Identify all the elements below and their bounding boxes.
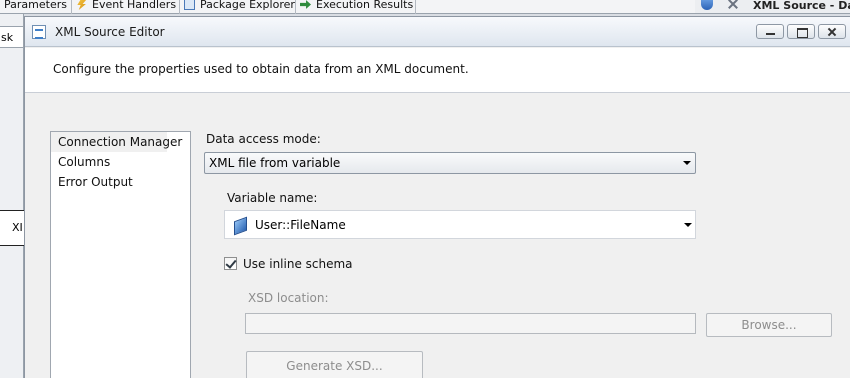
nav-item-error-output[interactable]: Error Output <box>51 172 190 192</box>
properties-header: XML Source - Dat <box>695 0 850 13</box>
browse-button[interactable]: Browse... <box>706 313 832 337</box>
tab-execution-results[interactable]: Execution Results <box>296 0 416 14</box>
variable-name-label: Variable name: <box>227 191 318 205</box>
inline-schema-checkbox[interactable] <box>224 257 237 270</box>
variable-name-dropdown[interactable]: User::FileName <box>224 210 696 239</box>
title-bar[interactable]: XML Source Editor <box>25 17 850 47</box>
xml-source-icon <box>32 25 46 39</box>
nav-item-connection-manager[interactable]: Connection Manager <box>51 132 182 152</box>
tab-parameters[interactable]: Parameters <box>0 0 72 14</box>
dialog-header: Configure the properties used to obtain … <box>25 48 850 93</box>
minimize-button[interactable] <box>756 24 784 39</box>
green-arrow-icon <box>300 0 311 9</box>
access-mode-dropdown[interactable]: XML file from variable <box>204 152 696 174</box>
tab-event-handlers-label: Event Handlers <box>92 0 177 11</box>
dialog-title: XML Source Editor <box>55 25 165 39</box>
tab-event-handlers[interactable]: Event Handlers <box>72 0 180 14</box>
bolt-icon <box>77 0 87 10</box>
xsd-location-label: XSD location: <box>248 291 329 305</box>
maximize-button[interactable] <box>787 24 815 39</box>
left-tab-top[interactable]: sk <box>0 26 24 48</box>
package-icon <box>184 0 195 10</box>
access-mode-value: XML file from variable <box>209 156 341 170</box>
shield-icon <box>701 0 713 10</box>
tab-package-explorer-label: Package Explorer <box>200 0 295 11</box>
properties-title: XML Source - Dat <box>753 0 850 12</box>
variable-name-value: User::FileName <box>255 218 346 232</box>
designer-tab-strip: Parameters Event Handlers Package Explor… <box>0 0 850 14</box>
generate-xsd-button[interactable]: Generate XSD... <box>246 351 423 378</box>
page-navigation-list: Connection Manager Columns Error Output <box>50 131 191 378</box>
inline-schema-label[interactable]: Use inline schema <box>243 257 353 271</box>
tools-icon[interactable] <box>727 0 739 10</box>
chevron-down-icon <box>683 161 691 165</box>
window-controls <box>756 24 846 39</box>
tab-parameters-label: Parameters <box>4 0 67 11</box>
nav-item-columns[interactable]: Columns <box>51 152 190 172</box>
chevron-down-icon <box>684 223 692 227</box>
access-mode-label: Data access mode: <box>206 132 321 146</box>
xml-source-editor-dialog: XML Source Editor Configure the properti… <box>24 16 850 378</box>
variable-icon <box>233 218 246 233</box>
tab-package-explorer[interactable]: Package Explorer <box>180 0 296 14</box>
dialog-description: Configure the properties used to obtain … <box>53 62 469 76</box>
xsd-location-input[interactable] <box>245 313 696 334</box>
left-tab-mid[interactable]: XI <box>0 210 24 246</box>
background-left-panel: sk XI <box>0 14 24 378</box>
tab-execution-results-label: Execution Results <box>316 0 414 11</box>
close-button[interactable] <box>818 24 846 39</box>
